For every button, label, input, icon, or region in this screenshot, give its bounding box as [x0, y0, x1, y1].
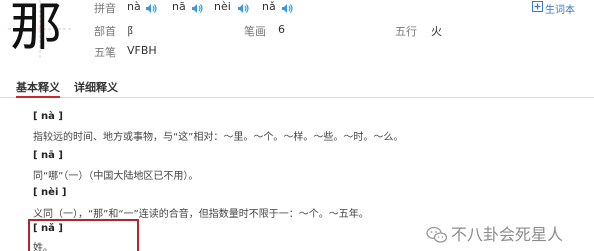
entry-2-definition: 同“哪”（一）（中国大陆地区已不用）。 [33, 171, 199, 182]
speaker-icon-4[interactable] [281, 3, 293, 14]
wubi-value: VFBH [127, 44, 157, 57]
strokes-label: 笔画 [244, 25, 266, 38]
entry-1-pinyin: [ nà ] [33, 111, 63, 122]
speaker-icon-1[interactable] [145, 3, 157, 14]
character-box: 那 [8, 0, 72, 58]
radical-label: 部首 [94, 25, 116, 38]
character-glyph: 那 [10, 0, 63, 58]
entry-4-definition: 姓。 [33, 243, 53, 251]
strokes-value: 6 [278, 23, 285, 36]
vocab-link[interactable]: 生词本 [545, 1, 575, 16]
five-elements-value: 火 [431, 25, 442, 38]
pinyin-3: nèi [214, 0, 231, 13]
add-vocab-icon[interactable] [532, 1, 543, 12]
pinyin-1: nà [127, 0, 141, 13]
five-elements-label: 五行 [395, 25, 417, 38]
wechat-icon [426, 226, 448, 243]
tab-basic-definition[interactable]: 基本释义 [16, 80, 60, 98]
entry-1-definition: 指较远的时间、地方或事物，与“这”相对：～里。～个。～样。～些。～时。～么。 [33, 132, 404, 143]
radical-value: 阝 [127, 25, 138, 38]
wubi-label: 五笔 [94, 46, 116, 59]
entry-3-definition: 义同（一），“那”和“一”连读的合音，但指数量时不限于一：～个。～五年。 [33, 209, 369, 220]
pinyin-2: nā [172, 0, 186, 13]
pinyin-label: 拼音 [94, 2, 116, 15]
speaker-icon-2[interactable] [191, 3, 203, 14]
pinyin-4: nǎ [262, 0, 276, 13]
watermark-text: 不八卦会死星人 [451, 225, 564, 244]
tab-detailed-definition[interactable]: 详细释义 [74, 80, 118, 98]
speaker-icon-3[interactable] [237, 3, 249, 14]
entry-3-pinyin: [ nèi ] [33, 187, 67, 198]
entry-2-pinyin: [ nā ] [33, 150, 63, 161]
definition-tabs: 基本释义 详细释义 [0, 80, 594, 98]
entry-4-pinyin: [ nǎ ] [33, 223, 63, 234]
